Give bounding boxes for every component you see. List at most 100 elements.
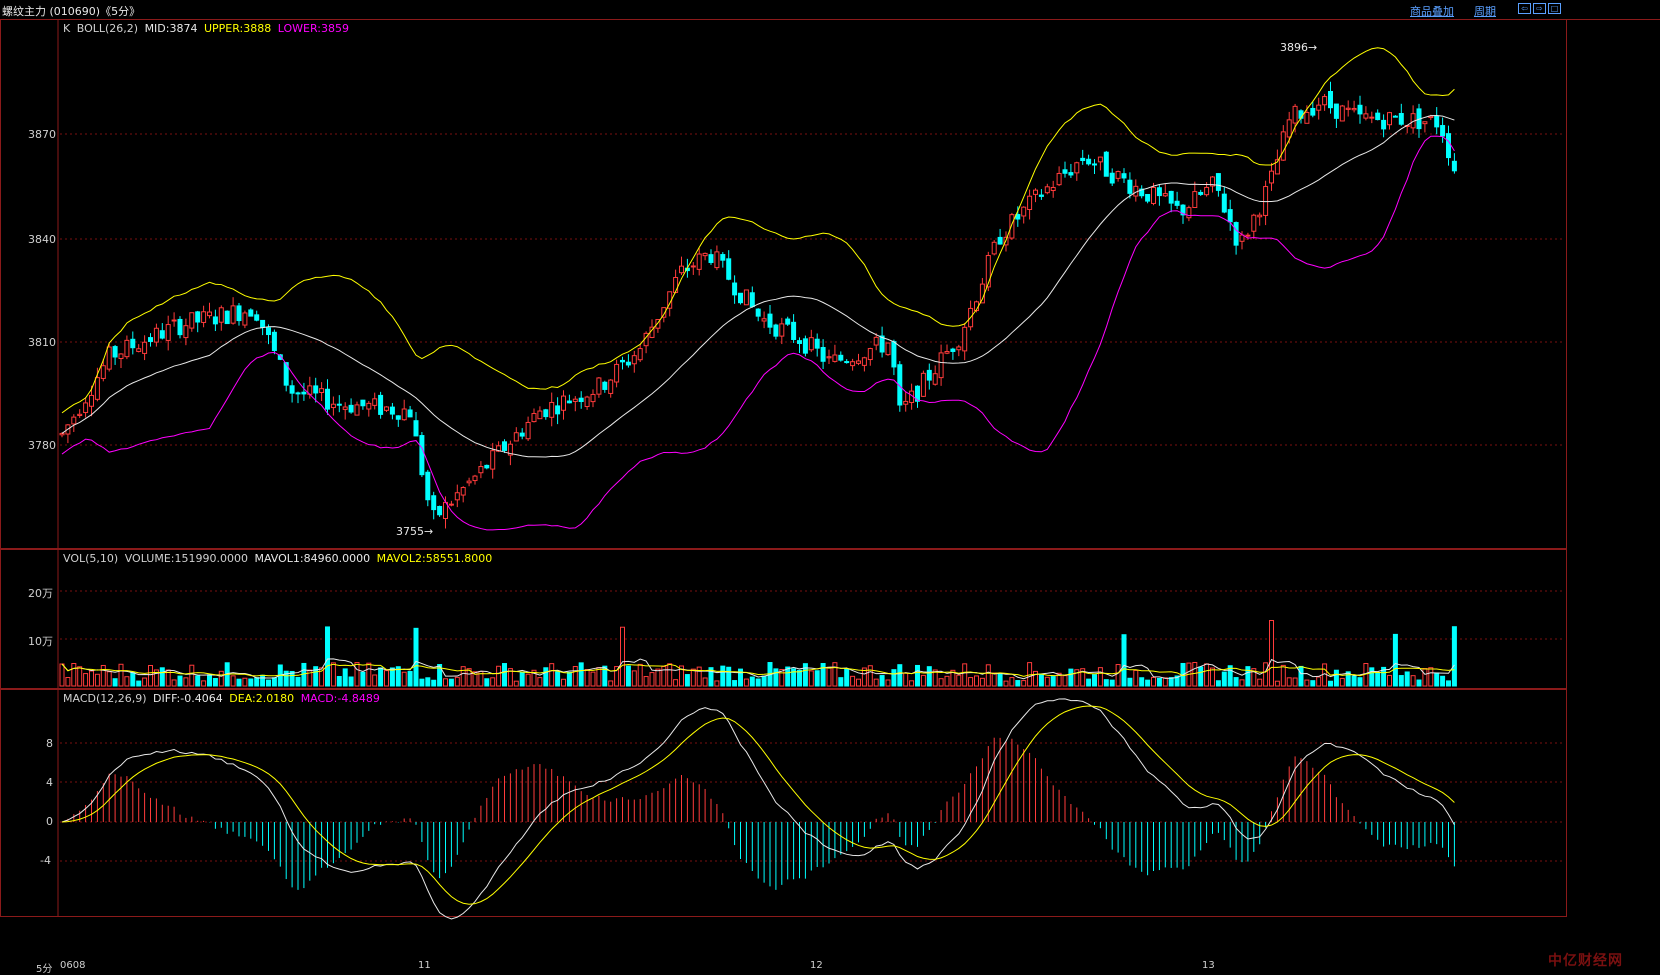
mavol1-value: MAVOL1:84960.0000 <box>254 552 371 565</box>
candle-body <box>389 406 395 415</box>
volume-bar <box>755 678 761 687</box>
candle-body <box>720 254 726 261</box>
volume-bar <box>360 671 366 687</box>
candle-body <box>1074 162 1080 174</box>
candle-body <box>1398 113 1404 125</box>
volume-bar <box>850 675 856 687</box>
volume-bar <box>820 663 826 687</box>
volume-bar <box>684 674 690 687</box>
volume-bar <box>1162 677 1168 687</box>
volume-bar <box>1369 667 1375 687</box>
candle-body <box>1056 172 1062 186</box>
boll-mid-line <box>61 114 1455 458</box>
volume-bar <box>974 675 979 687</box>
volume-bar <box>543 667 549 687</box>
candle-body <box>1328 90 1333 109</box>
volume-bar <box>991 672 997 687</box>
volume-bar <box>915 664 920 687</box>
volume-bar <box>1068 668 1074 687</box>
volume-bar <box>425 677 431 687</box>
candle-body <box>325 388 330 410</box>
volume-bar <box>572 666 578 687</box>
candle-body <box>319 388 325 393</box>
volume-bar <box>242 677 248 687</box>
candle-body <box>224 310 230 325</box>
candle-body <box>1339 105 1345 122</box>
volume-bar <box>968 677 974 687</box>
volume-bar <box>1404 671 1410 687</box>
x-tick-label: 13 <box>1202 960 1215 971</box>
candle-body <box>631 355 637 365</box>
candle-body <box>183 325 189 339</box>
candle-body <box>106 346 112 370</box>
candle-body <box>1351 107 1357 111</box>
volume-bar <box>631 670 637 687</box>
candle-body <box>490 450 496 470</box>
y-tick-label: 3840 <box>28 233 56 246</box>
volume-bar <box>761 675 767 687</box>
candle-body <box>525 421 531 440</box>
volume-bar <box>236 678 242 687</box>
candle-body <box>891 341 897 368</box>
candle-body <box>513 432 519 442</box>
candle-body <box>873 336 879 346</box>
candle-body <box>584 396 590 408</box>
candle-body <box>360 399 366 407</box>
boll-mid: MID:3874 <box>144 22 198 35</box>
candle-body <box>1092 163 1097 166</box>
volume-bar <box>330 662 336 687</box>
volume-bar <box>690 668 696 687</box>
candle-body <box>454 492 460 501</box>
candle-body <box>1151 186 1156 204</box>
candle-body <box>1115 171 1121 179</box>
candle-body <box>637 348 643 361</box>
candle-body <box>230 305 236 324</box>
y-tick-label: 3870 <box>28 128 56 141</box>
volume-bar <box>443 678 448 687</box>
volume-bar <box>1086 678 1092 687</box>
candle-body <box>1109 172 1115 184</box>
candle-body <box>301 391 307 395</box>
candle-body <box>472 475 478 482</box>
candle-body <box>1033 189 1038 195</box>
volume-bar <box>802 663 808 687</box>
volume-bar <box>130 671 136 687</box>
candle-body <box>708 254 714 263</box>
candle-body <box>1198 191 1204 195</box>
volume-bar <box>1316 676 1322 687</box>
candle-body <box>820 347 826 362</box>
candle-body <box>218 307 224 323</box>
volume-bar <box>248 678 254 687</box>
candle-body <box>136 348 142 352</box>
candle-body <box>407 409 413 418</box>
candle-body <box>201 311 207 323</box>
candle-body <box>602 381 608 390</box>
volume-bar <box>673 679 679 687</box>
candle-body <box>1009 214 1015 239</box>
macd-value: MACD:-4.8489 <box>300 692 380 705</box>
volume-bar <box>354 662 360 687</box>
candle-body <box>366 402 372 410</box>
macd-name: MACD(12,26,9) <box>63 692 147 705</box>
volume-bar <box>419 678 425 687</box>
volume-bar <box>891 669 897 687</box>
volume-bar <box>1339 677 1345 687</box>
candle-body <box>336 403 342 406</box>
volume-bar <box>195 675 201 687</box>
candle-body <box>802 338 808 354</box>
candle-body <box>1333 103 1339 119</box>
candle-body <box>826 356 832 359</box>
volume-bar <box>189 664 195 687</box>
candle-body <box>773 324 779 337</box>
candle-body <box>1422 121 1428 125</box>
kline-legend: K BOLL(26,2) MID:3874 UPPER:3888 LOWER:3… <box>63 22 352 35</box>
high-price-label: 3896→ <box>1280 41 1318 54</box>
volume-bar <box>808 670 814 687</box>
volume-bar <box>1050 676 1056 687</box>
volume-bar <box>1428 667 1434 687</box>
boll-upper: UPPER:3888 <box>203 22 272 35</box>
candle-body <box>159 330 165 339</box>
volume-bar <box>702 677 708 687</box>
candle-body <box>844 361 850 364</box>
chart-canvas[interactable] <box>0 0 1660 972</box>
